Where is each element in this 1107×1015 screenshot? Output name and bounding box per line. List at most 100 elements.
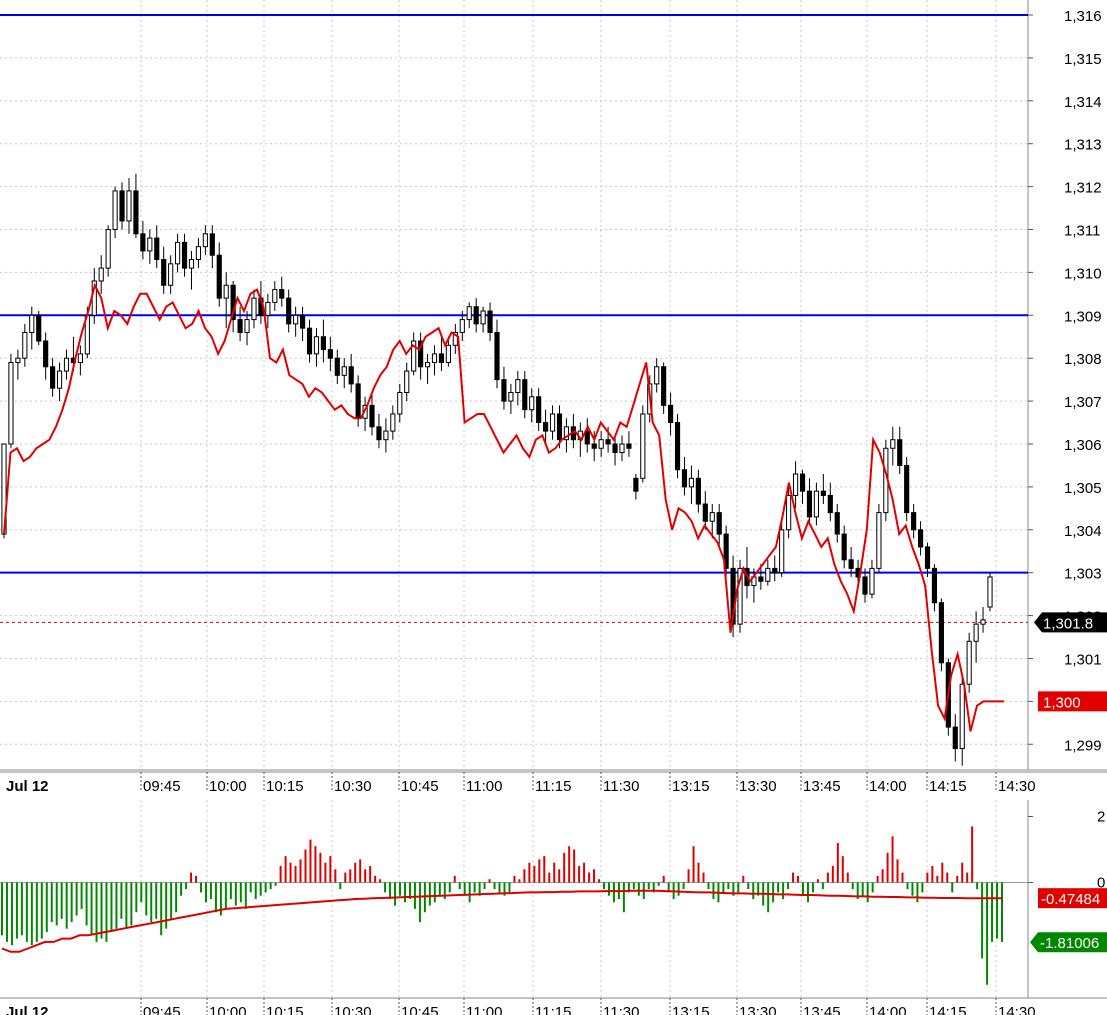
candle-body	[168, 263, 174, 286]
candle-body	[626, 443, 632, 449]
time-tick-label: 11:30	[603, 1004, 639, 1015]
candle-body	[612, 443, 618, 454]
candle-body	[959, 683, 965, 750]
candle-body	[973, 623, 979, 642]
candle-body	[147, 237, 153, 252]
candle-body	[897, 439, 903, 466]
candle-body	[320, 336, 326, 351]
candle-body	[133, 190, 139, 235]
candle-body	[286, 297, 292, 325]
candle-body	[36, 314, 42, 342]
candle-body	[695, 477, 701, 505]
time-tick-label: 14:15	[929, 1004, 967, 1015]
time-tick-label: 14:00	[869, 778, 907, 795]
candle-body	[522, 379, 528, 411]
time-tick-label: 09:45	[143, 1004, 181, 1015]
price-tick-label: 1,304	[1064, 523, 1102, 540]
candle-body	[244, 319, 250, 333]
price-tick-label: 1,315	[1064, 51, 1102, 68]
price-tick-label: 1,316	[1064, 8, 1102, 25]
candle-body	[904, 464, 910, 514]
candle-body	[619, 443, 625, 454]
price-tick-label: 1,309	[1064, 308, 1102, 325]
candle-body	[681, 469, 688, 488]
candle-body	[792, 473, 799, 496]
candle-body	[404, 370, 410, 394]
time-tick-label: 10:45	[401, 778, 439, 795]
candle-body	[515, 379, 521, 394]
candle-body	[952, 726, 958, 750]
candle-body	[265, 301, 271, 316]
candle-body	[341, 366, 347, 376]
candle-body	[237, 319, 243, 333]
candle-body	[501, 379, 507, 402]
price-tick-label: 1,307	[1064, 394, 1102, 411]
price-tick-label: 1,314	[1064, 94, 1102, 111]
price-tick-label: 1,313	[1064, 137, 1102, 154]
candle-body	[112, 190, 118, 230]
ma-value-label: 1,300	[1043, 694, 1081, 711]
candle-body	[459, 319, 465, 333]
candle-body	[841, 533, 847, 561]
candle-body	[688, 477, 695, 488]
candle-body	[383, 430, 389, 441]
time-tick-label: 11:15	[535, 778, 571, 795]
candle-body	[765, 567, 771, 582]
candle-body	[355, 383, 361, 419]
candle-body	[63, 357, 70, 372]
price-tick-label: 1,303	[1064, 566, 1102, 583]
time-tick-label: 14:30	[998, 1004, 1036, 1015]
candle-body	[397, 392, 403, 415]
candle-body	[43, 340, 49, 368]
candle-body	[598, 439, 604, 449]
candle-body	[376, 426, 382, 441]
candle-body	[508, 392, 514, 402]
time-tick-label: 13:45	[803, 778, 841, 795]
time-tick-label: 10:00	[209, 1004, 247, 1015]
candle-body	[105, 228, 111, 269]
candle-body	[654, 366, 660, 385]
time-tick-label: 13:45	[803, 1004, 841, 1015]
candle-body	[161, 259, 167, 286]
time-tick-label: 14:00	[869, 1004, 907, 1015]
candle-body	[529, 396, 535, 411]
candle-body	[348, 366, 354, 385]
candle-body	[605, 439, 611, 445]
time-tick-label: 11:30	[603, 778, 639, 795]
candle-body	[980, 619, 986, 625]
candle-body	[911, 512, 917, 531]
time-tick-label: 13:30	[739, 1004, 777, 1015]
time-tick-label: 09:45	[143, 778, 181, 795]
candle-body	[924, 546, 931, 569]
candle-body	[195, 246, 202, 261]
candle-body	[480, 310, 486, 325]
candle-body	[473, 306, 479, 325]
candle-body	[716, 512, 722, 535]
candle-body	[140, 233, 146, 252]
candle-body	[299, 314, 306, 329]
time-tick-label: 11:15	[535, 1004, 571, 1015]
candle-body	[279, 289, 285, 299]
candle-body	[487, 310, 493, 333]
candle-body	[779, 529, 785, 574]
candle-body	[668, 404, 674, 424]
candle-body	[640, 413, 646, 479]
candle-body	[293, 314, 299, 325]
price-tick-label: 1,312	[1064, 180, 1102, 197]
candle-body	[251, 297, 257, 321]
candle-body	[834, 512, 840, 535]
candle-body	[549, 413, 556, 432]
candle-body	[50, 366, 56, 389]
candle-body	[272, 289, 278, 303]
candle-body	[466, 306, 472, 321]
candle-body	[313, 336, 320, 355]
candle-body	[8, 361, 14, 445]
chart-canvas: 1,2991,3001,3011,3021,3031,3041,3051,306…	[0, 0, 1107, 1015]
candle-body	[445, 344, 451, 363]
candle-body	[827, 494, 833, 514]
candle-body	[216, 254, 222, 299]
candle-body	[438, 353, 445, 363]
candle-body	[917, 529, 924, 548]
candle-body	[987, 576, 993, 608]
price-tick-label: 1,311	[1064, 222, 1100, 239]
